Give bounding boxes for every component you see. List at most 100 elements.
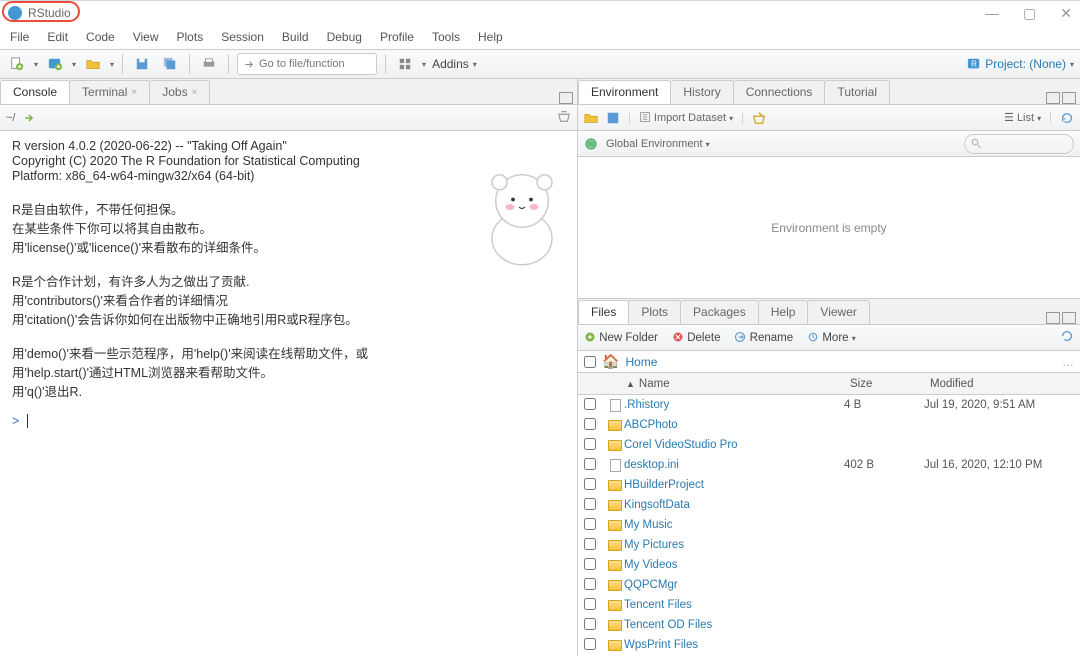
file-checkbox[interactable] [584,598,596,610]
goto-file-function-input[interactable]: Go to file/function [237,53,377,75]
print-button[interactable] [198,53,220,75]
new-file-button[interactable] [6,53,28,75]
save-all-button[interactable] [159,53,181,75]
file-checkbox[interactable] [584,478,596,490]
more-path-button[interactable]: … [1062,355,1074,369]
clear-console-button[interactable] [557,109,571,126]
env-scope[interactable]: Global Environment ▾ [606,138,710,150]
file-row[interactable]: .Rhistory 4 B Jul 19, 2020, 9:51 AM [578,395,1080,415]
menu-edit[interactable]: Edit [47,30,68,44]
file-checkbox[interactable] [584,638,596,650]
file-checkbox[interactable] [584,518,596,530]
file-checkbox[interactable] [584,498,596,510]
rename-button[interactable]: Rename [734,331,793,344]
file-name[interactable]: My Videos [624,559,844,571]
col-name[interactable]: Name [639,378,670,390]
file-row[interactable]: QQPCMgr [578,575,1080,595]
menu-help[interactable]: Help [478,30,503,44]
maximize-pane-button[interactable] [1062,92,1076,104]
file-name[interactable]: KingsoftData [624,499,844,511]
load-workspace-icon[interactable] [584,111,598,125]
menu-session[interactable]: Session [221,30,264,44]
tab-help-pane[interactable]: Help [758,300,809,324]
menu-tools[interactable]: Tools [432,30,460,44]
file-checkbox[interactable] [584,618,596,630]
col-modified[interactable]: Modified [930,378,1080,390]
clear-env-icon[interactable] [752,111,766,125]
menu-code[interactable]: Code [86,30,115,44]
file-name[interactable]: HBuilderProject [624,479,844,491]
tab-viewer[interactable]: Viewer [807,300,869,324]
tab-files[interactable]: Files [578,300,629,324]
file-row[interactable]: WpsPrint Files [578,635,1080,655]
chevron-down-icon[interactable]: ▾ [72,60,76,69]
file-checkbox[interactable] [584,458,596,470]
save-workspace-icon[interactable] [606,111,620,125]
chevron-down-icon[interactable]: ▾ [110,60,114,69]
menu-plots[interactable]: Plots [177,30,204,44]
menu-profile[interactable]: Profile [380,30,414,44]
refresh-icon[interactable] [1060,329,1074,346]
chevron-down-icon[interactable]: ▾ [422,60,426,69]
col-size[interactable]: Size [850,378,930,390]
file-name[interactable]: Tencent OD Files [624,619,844,631]
file-name[interactable]: QQPCMgr [624,579,844,591]
minimize-pane-button[interactable] [1046,312,1060,324]
select-all-checkbox[interactable] [584,356,596,368]
arrow-icon[interactable] [23,112,35,124]
tab-connections[interactable]: Connections [733,80,826,104]
home-icon[interactable]: 🏠 [602,353,619,370]
file-name[interactable]: desktop.ini [624,459,844,471]
file-name[interactable]: ABCPhoto [624,419,844,431]
delete-button[interactable]: Delete [672,331,720,344]
file-checkbox[interactable] [584,538,596,550]
tab-terminal[interactable]: Terminal× [69,80,150,104]
addins-menu[interactable]: Addins ▾ [432,57,477,71]
tab-history[interactable]: History [670,80,733,104]
console-output[interactable]: R version 4.0.2 (2020-06-22) -- "Taking … [0,131,577,656]
file-checkbox[interactable] [584,418,596,430]
menu-build[interactable]: Build [282,30,309,44]
file-checkbox[interactable] [584,578,596,590]
tab-plots[interactable]: Plots [628,300,681,324]
tab-packages[interactable]: Packages [680,300,759,324]
file-row[interactable]: Tencent OD Files [578,615,1080,635]
file-row[interactable]: HBuilderProject [578,475,1080,495]
file-row[interactable]: Corel VideoStudio Pro [578,435,1080,455]
file-name[interactable]: WpsPrint Files [624,639,844,651]
project-menu[interactable]: R Project: (None) ▾ [967,57,1074,71]
minimize-icon[interactable]: — [985,5,999,22]
chevron-down-icon[interactable]: ▾ [34,60,38,69]
maximize-icon[interactable]: ▢ [1023,5,1036,22]
import-dataset-button[interactable]: Import Dataset ▾ [639,111,733,124]
list-view-button[interactable]: ☰ List ▾ [1004,111,1041,125]
menu-debug[interactable]: Debug [327,30,362,44]
file-checkbox[interactable] [584,438,596,450]
close-icon[interactable]: ✕ [1060,5,1072,22]
file-name[interactable]: Corel VideoStudio Pro [624,439,844,451]
breadcrumb-home[interactable]: Home [625,355,657,369]
file-row[interactable]: My Videos [578,555,1080,575]
minimize-pane-button[interactable] [1046,92,1060,104]
menu-file[interactable]: File [10,30,29,44]
tab-console[interactable]: Console [0,80,70,104]
env-search-input[interactable] [964,134,1074,154]
close-icon[interactable]: × [131,87,137,98]
file-name[interactable]: My Pictures [624,539,844,551]
tab-jobs[interactable]: Jobs× [149,80,210,104]
new-project-button[interactable] [44,53,66,75]
menu-view[interactable]: View [133,30,159,44]
file-name[interactable]: My Music [624,519,844,531]
file-row[interactable]: desktop.ini 402 B Jul 16, 2020, 12:10 PM [578,455,1080,475]
file-row[interactable]: ABCPhoto [578,415,1080,435]
file-row[interactable]: Tencent Files [578,595,1080,615]
open-file-button[interactable] [82,53,104,75]
maximize-pane-button[interactable] [1062,312,1076,324]
file-checkbox[interactable] [584,558,596,570]
new-folder-button[interactable]: New Folder [584,331,658,344]
file-checkbox[interactable] [584,398,596,410]
grid-button[interactable] [394,53,416,75]
file-row[interactable]: My Pictures [578,535,1080,555]
close-icon[interactable]: × [192,87,198,98]
more-button[interactable]: More ▾ [807,331,856,344]
